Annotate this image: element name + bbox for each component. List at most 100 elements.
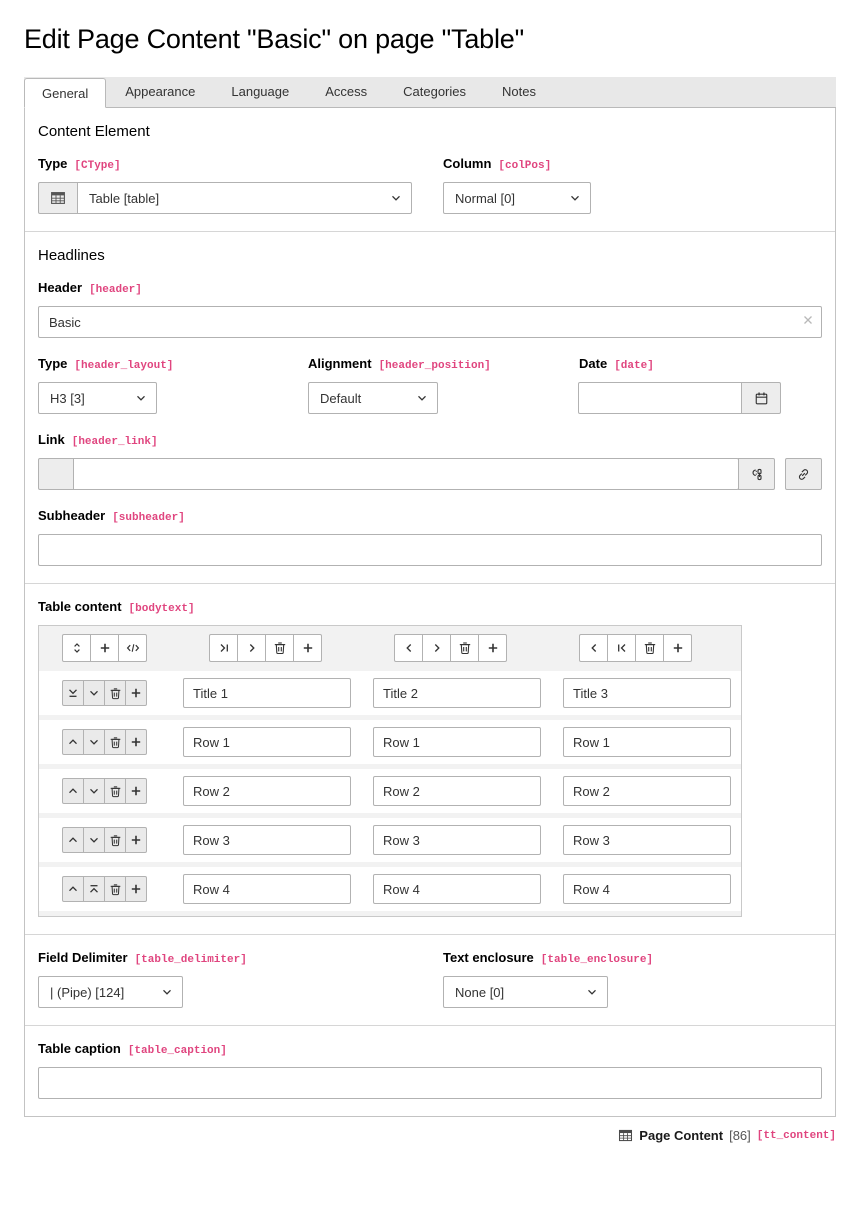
- chevron-down-icon: [569, 192, 581, 204]
- enclosure-code-tag: [table_enclosure]: [541, 954, 653, 966]
- chevron-up-icon: [67, 883, 79, 895]
- delete-column-button[interactable]: [635, 634, 664, 662]
- delete-column-button[interactable]: [450, 634, 479, 662]
- move-row-up-button[interactable]: [62, 876, 84, 902]
- table-row: [39, 671, 741, 715]
- date-field-label: Date[date]: [579, 356, 822, 372]
- add-row-button[interactable]: [125, 680, 147, 706]
- delimiter-select[interactable]: | (Pipe) [124]: [38, 976, 183, 1008]
- column-3-controls: [579, 634, 692, 662]
- move-row-up-button[interactable]: [62, 827, 84, 853]
- date-picker-button[interactable]: [741, 382, 781, 414]
- calendar-icon: [754, 391, 769, 406]
- chevron-down-icon: [390, 192, 402, 204]
- edit-form-page: Edit Page Content "Basic" on page "Table…: [0, 24, 860, 1143]
- move-row-down-button[interactable]: [83, 729, 105, 755]
- cell-input[interactable]: [373, 776, 541, 806]
- form-tabbar: General Appearance Language Access Categ…: [24, 77, 836, 108]
- toggle-field-size-button[interactable]: [62, 634, 91, 662]
- add-row-button[interactable]: [125, 778, 147, 804]
- move-column-to-start-button[interactable]: [607, 634, 636, 662]
- trash-icon: [643, 641, 657, 655]
- tab-access[interactable]: Access: [308, 77, 384, 107]
- add-row-button[interactable]: [125, 729, 147, 755]
- table-row: [39, 720, 741, 764]
- date-input[interactable]: [578, 382, 742, 414]
- cell-input[interactable]: [183, 874, 351, 904]
- table-row: [39, 867, 741, 911]
- add-column-button[interactable]: [663, 634, 692, 662]
- move-column-right-button[interactable]: [422, 634, 451, 662]
- header-code-tag: [header]: [89, 284, 142, 296]
- table-icon: [618, 1128, 633, 1143]
- move-column-left-button[interactable]: [579, 634, 608, 662]
- header-position-select[interactable]: Default: [308, 382, 438, 414]
- chevron-left-bar-icon: [616, 642, 628, 654]
- move-row-to-top-button[interactable]: [83, 876, 105, 902]
- cell-input[interactable]: [183, 776, 351, 806]
- row-4-controls: [62, 827, 147, 853]
- move-column-right-button[interactable]: [237, 634, 266, 662]
- wizard-options-group: [62, 634, 147, 662]
- ctype-select[interactable]: Table [table]: [77, 182, 412, 214]
- cell-input[interactable]: [183, 825, 351, 855]
- move-row-up-button[interactable]: [62, 778, 84, 804]
- add-row-button[interactable]: [125, 876, 147, 902]
- plus-icon: [130, 883, 142, 895]
- delete-row-button[interactable]: [104, 827, 126, 853]
- cell-input[interactable]: [183, 727, 351, 757]
- add-row-button[interactable]: [125, 827, 147, 853]
- table-caption-input[interactable]: [38, 1067, 822, 1099]
- add-column-button[interactable]: [478, 634, 507, 662]
- delete-column-button[interactable]: [265, 634, 294, 662]
- cell-input[interactable]: [563, 678, 731, 708]
- trash-icon: [109, 687, 122, 700]
- code-icon: [126, 642, 140, 654]
- enclosure-select[interactable]: None [0]: [443, 976, 608, 1008]
- chevron-down-icon: [586, 986, 598, 998]
- clear-icon[interactable]: [803, 315, 813, 325]
- cell-input[interactable]: [373, 678, 541, 708]
- caption-field-label: Table caption[table_caption]: [38, 1041, 822, 1057]
- delete-row-button[interactable]: [104, 680, 126, 706]
- tab-appearance[interactable]: Appearance: [108, 77, 212, 107]
- delete-row-button[interactable]: [104, 778, 126, 804]
- move-row-to-bottom-button[interactable]: [62, 680, 84, 706]
- header-link-input[interactable]: [73, 458, 739, 490]
- delete-row-button[interactable]: [104, 876, 126, 902]
- move-column-to-end-button[interactable]: [209, 634, 238, 662]
- subheader-input[interactable]: [38, 534, 822, 566]
- cell-input[interactable]: [373, 874, 541, 904]
- move-column-left-button[interactable]: [394, 634, 423, 662]
- cell-input[interactable]: [373, 825, 541, 855]
- add-column-button[interactable]: [293, 634, 322, 662]
- colpos-select[interactable]: Normal [0]: [443, 182, 591, 214]
- move-row-down-button[interactable]: [83, 827, 105, 853]
- cell-input[interactable]: [563, 825, 731, 855]
- delete-row-button[interactable]: [104, 729, 126, 755]
- chevron-up-icon: [67, 785, 79, 797]
- move-row-down-button[interactable]: [83, 680, 105, 706]
- header-input[interactable]: [38, 306, 822, 338]
- header-link-code-tag: [header_link]: [72, 436, 158, 448]
- move-row-down-button[interactable]: [83, 778, 105, 804]
- cell-input[interactable]: [563, 776, 731, 806]
- trash-icon: [109, 736, 122, 749]
- chevron-down-icon: [88, 687, 100, 699]
- tab-notes[interactable]: Notes: [485, 77, 553, 107]
- cell-input[interactable]: [373, 727, 541, 757]
- move-row-up-button[interactable]: [62, 729, 84, 755]
- plus-icon: [99, 642, 111, 654]
- tab-general[interactable]: General: [24, 78, 106, 108]
- header-layout-select[interactable]: H3 [3]: [38, 382, 157, 414]
- column-1-controls: [209, 634, 322, 662]
- tab-language[interactable]: Language: [214, 77, 306, 107]
- cell-input[interactable]: [183, 678, 351, 708]
- html-view-button[interactable]: [118, 634, 147, 662]
- tab-categories[interactable]: Categories: [386, 77, 483, 107]
- add-button[interactable]: [90, 634, 119, 662]
- cell-input[interactable]: [563, 727, 731, 757]
- link-explode-button[interactable]: [738, 458, 775, 490]
- cell-input[interactable]: [563, 874, 731, 904]
- link-browser-button[interactable]: [785, 458, 822, 490]
